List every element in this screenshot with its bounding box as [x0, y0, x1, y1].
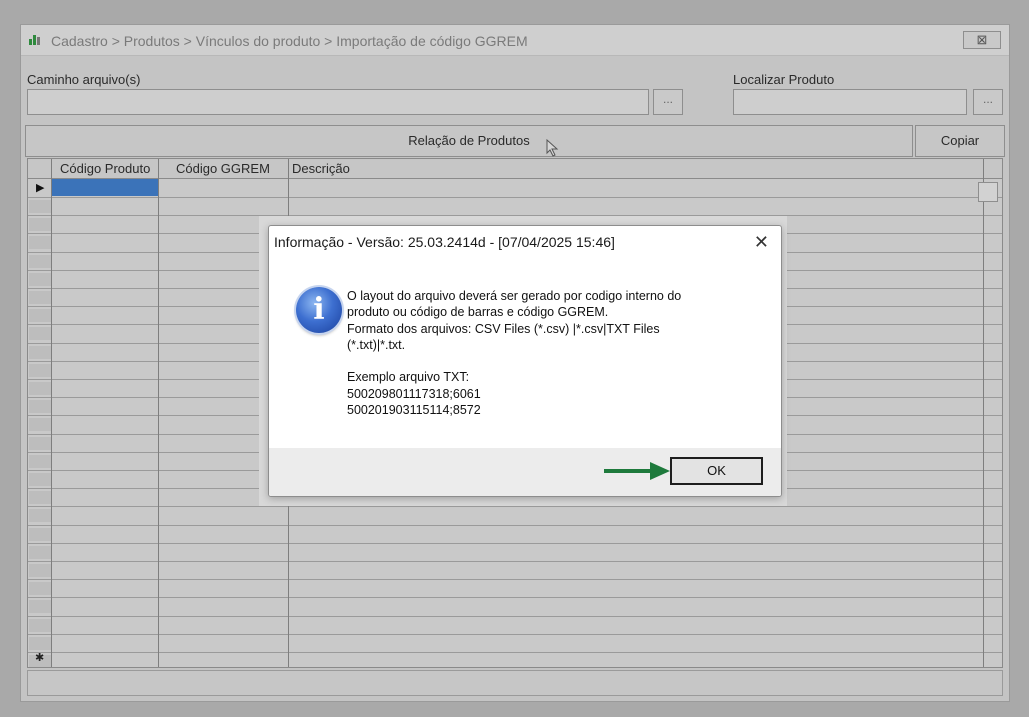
find-glyph: ...	[982, 92, 993, 106]
row-indicator[interactable]	[29, 236, 51, 250]
path-label: Caminho arquivo(s)	[27, 72, 141, 87]
window-title: Cadastro > Produtos > Vínculos do produt…	[51, 33, 528, 49]
row-indicator[interactable]	[29, 636, 51, 650]
new-row-marker: ✱	[35, 652, 45, 664]
row-indicator[interactable]	[29, 564, 51, 577]
row-indicator[interactable]	[29, 200, 51, 213]
row-indicator[interactable]	[29, 291, 51, 304]
grid-row-line	[28, 579, 1002, 581]
col-divider	[983, 159, 984, 667]
grid-row-line	[28, 561, 1002, 562]
dialog-close-icon[interactable]: ✕	[754, 232, 769, 252]
col-header-description[interactable]: Descrição	[292, 159, 350, 178]
row-indicator[interactable]	[29, 509, 51, 523]
ok-button[interactable]: OK	[670, 457, 763, 485]
find-product-input[interactable]	[733, 89, 967, 115]
dialog-message-line: O layout do arquivo deverá ser gerado po…	[347, 289, 682, 303]
row-indicator[interactable]	[29, 345, 51, 359]
status-bar	[27, 670, 1003, 696]
row-indicator[interactable]	[29, 254, 51, 268]
dialog-message-line: produto ou código de barras e código GGR…	[347, 305, 609, 319]
grid-row-line	[28, 633, 1002, 635]
row-indicator[interactable]	[29, 272, 51, 286]
find-product-button[interactable]: ...	[973, 89, 1003, 115]
grid-row-line	[28, 197, 1002, 198]
row-indicator[interactable]	[29, 600, 51, 614]
row-indicator[interactable]	[29, 436, 51, 450]
row-indicator[interactable]	[29, 545, 51, 559]
grid-row-line	[28, 524, 1002, 526]
dialog-message-line: Formato dos arquivos: CSV Files (*.csv) …	[347, 322, 660, 336]
grid-scroll-box[interactable]	[978, 182, 998, 202]
find-product-label: Localizar Produto	[733, 72, 835, 87]
row-indicator[interactable]	[29, 309, 51, 323]
product-relation-button[interactable]: Relação de Produtos	[25, 125, 913, 157]
green-arrow-annotation	[604, 462, 670, 480]
information-icon: i	[296, 287, 342, 333]
grid-row-line	[28, 615, 1002, 617]
copy-button[interactable]: Copiar	[915, 125, 1005, 157]
row-indicator[interactable]	[29, 418, 51, 432]
row-indicator[interactable]	[29, 400, 51, 414]
row-indicator[interactable]	[29, 618, 51, 632]
row-indicator[interactable]	[29, 327, 51, 341]
current-cell[interactable]	[52, 179, 158, 196]
path-input[interactable]	[27, 89, 649, 115]
grid-row-line	[28, 652, 1002, 653]
row-indicator[interactable]	[29, 582, 51, 596]
row-indicator-divider	[51, 159, 52, 667]
dialog-message-line: 500201903115114;8572	[347, 403, 481, 417]
row-indicator[interactable]	[29, 363, 51, 377]
row-indicator[interactable]	[29, 382, 51, 395]
app-icon	[29, 35, 43, 45]
col-header-ggrem-code[interactable]: Código GGREM	[176, 159, 270, 178]
col-header-product-code[interactable]: Código Produto	[60, 159, 150, 178]
row-indicator[interactable]	[29, 454, 51, 468]
row-indicator[interactable]	[29, 527, 51, 541]
dialog-message-line: 500209801117318;6061	[347, 387, 481, 401]
grid-header: Código Produto Código GGREM Descrição	[28, 159, 1002, 179]
window-close-button[interactable]: ⊠	[963, 31, 1001, 49]
row-indicator[interactable]	[29, 218, 51, 232]
row-indicator[interactable]	[29, 491, 51, 505]
row-indicator[interactable]	[29, 473, 51, 486]
browse-button[interactable]: ...	[653, 89, 683, 115]
grid-row-line	[28, 506, 1002, 508]
info-dialog: Informação - Versão: 25.03.2414d - [07/0…	[268, 225, 782, 497]
col-divider	[158, 159, 159, 667]
dialog-message-line: Exemplo arquivo TXT:	[347, 370, 470, 384]
title-bar: Cadastro > Produtos > Vínculos do produt…	[21, 25, 1009, 56]
dialog-title: Informação - Versão: 25.03.2414d - [07/0…	[274, 234, 615, 250]
current-row-marker: ▶	[36, 182, 45, 194]
grid-row-line	[28, 542, 1002, 544]
browse-glyph: ...	[662, 92, 673, 106]
grid-row-line	[28, 597, 1002, 599]
dialog-message-line: (*.txt)|*.txt.	[347, 338, 406, 352]
mouse-cursor-icon	[546, 139, 559, 157]
